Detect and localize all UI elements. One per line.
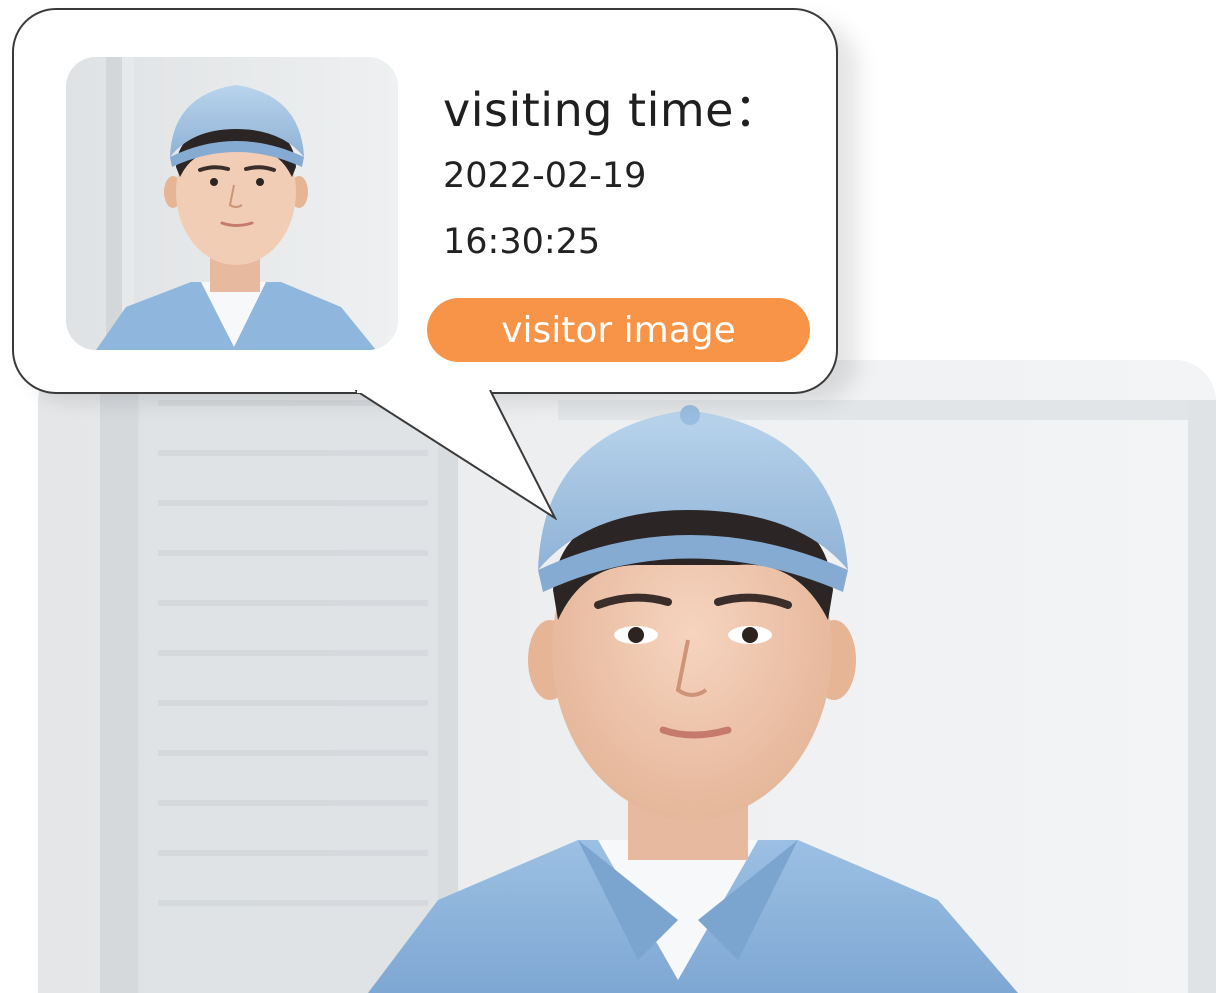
- bubble-tail: [355, 390, 558, 520]
- visit-time: 16:30:25: [443, 222, 601, 262]
- visiting-time-label: visiting time：: [443, 83, 781, 137]
- visit-date: 2022-02-19: [443, 156, 647, 196]
- visitor-card-scene: visiting time： 2022-02-19 16:30:25 visit…: [0, 0, 1216, 993]
- visitor-photo: [38, 360, 1216, 993]
- visitor-photo-thumbnail: [66, 57, 398, 350]
- visitor-image-badge[interactable]: visitor image: [427, 298, 810, 362]
